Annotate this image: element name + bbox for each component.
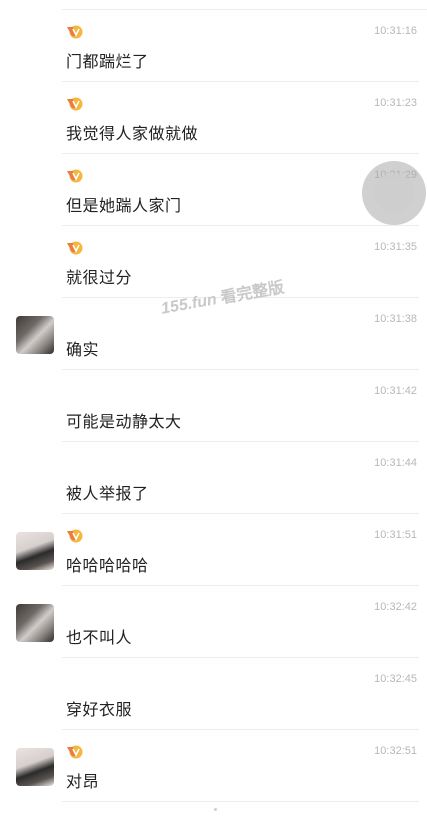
message-time: 10:31:38 [374, 313, 417, 325]
message-row[interactable]: 10:32:51 对昂 [0, 730, 427, 802]
message-time: 10:31:35 [374, 241, 417, 253]
message-row[interactable]: 10:31:51 哈哈哈哈哈 [0, 514, 427, 586]
message-time: 10:32:45 [374, 673, 417, 685]
message-time: 10:31:16 [374, 25, 417, 37]
message-row[interactable]: 10:31:42 可能是动静太大 [0, 370, 427, 442]
message-time: 10:31:42 [374, 385, 417, 397]
message-text: 对昂 [66, 772, 100, 791]
message-text: 确实 [66, 340, 100, 359]
message-row[interactable]: 10:32:42 也不叫人 [0, 586, 427, 658]
assistive-touch-button[interactable] [362, 161, 426, 225]
message-text: 也不叫人 [66, 628, 133, 647]
avatar[interactable] [16, 532, 54, 570]
message-time: 10:31:23 [374, 97, 417, 109]
member-badge-icon [67, 745, 83, 759]
message-row[interactable]: 10:31:44 被人举报了 [0, 442, 427, 514]
avatar[interactable] [16, 316, 54, 354]
message-time: 10:31:44 [374, 457, 417, 469]
message-text: 被人举报了 [66, 484, 149, 503]
message-text: 就很过分 [66, 268, 133, 287]
message-time: 10:31:51 [374, 529, 417, 541]
member-badge-icon [67, 25, 83, 39]
bottom-indicator [214, 808, 217, 811]
avatar[interactable] [16, 748, 54, 786]
member-badge-icon [67, 169, 83, 183]
message-time: 10:32:51 [374, 745, 417, 757]
message-text: 门都踹烂了 [66, 52, 149, 71]
message-text: 我觉得人家做就做 [66, 124, 199, 143]
assistive-touch-inner [374, 173, 414, 213]
message-text: 穿好衣服 [66, 700, 133, 719]
avatar[interactable] [16, 604, 54, 642]
row-divider [62, 801, 419, 802]
member-badge-icon [67, 241, 83, 255]
message-time: 10:32:42 [374, 601, 417, 613]
message-text: 但是她踹人家门 [66, 196, 182, 215]
message-row[interactable]: 10:32:45 穿好衣服 [0, 658, 427, 730]
message-row[interactable]: 10:31:16 门都踹烂了 [0, 10, 427, 82]
member-badge-icon [67, 529, 83, 543]
message-text: 哈哈哈哈哈 [66, 556, 149, 575]
message-row[interactable]: 10:31:23 我觉得人家做就做 [0, 82, 427, 154]
message-text: 可能是动静太大 [66, 412, 182, 431]
member-badge-icon [67, 97, 83, 111]
